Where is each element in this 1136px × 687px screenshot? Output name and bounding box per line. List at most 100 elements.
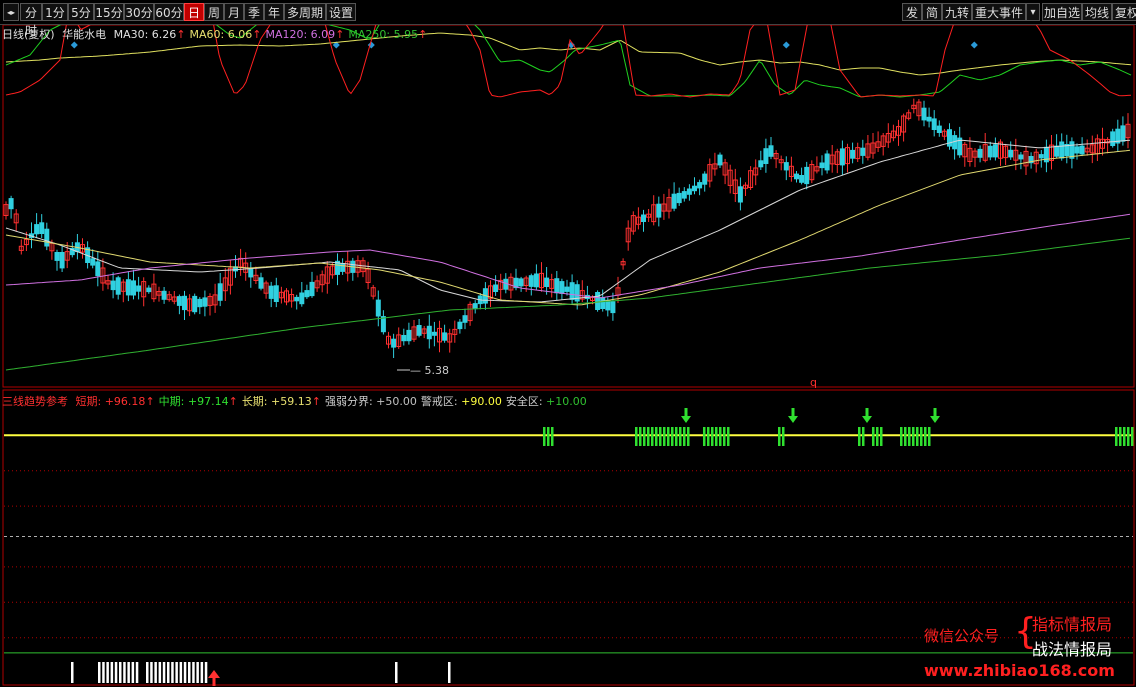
sell-arrow-icon (788, 416, 798, 423)
candle-body (676, 192, 682, 204)
arrow-up-icon: ↑ (418, 28, 428, 41)
tab-multi-period[interactable]: 多周期 (284, 3, 326, 21)
add-watchlist-button[interactable]: 加自选 (1042, 3, 1082, 21)
tab-week[interactable]: 周 (204, 3, 224, 21)
tab-year[interactable]: 年 (264, 3, 284, 21)
tab-15min[interactable]: 15分 (94, 3, 124, 21)
signal-bar-green (703, 427, 706, 446)
candle-body (146, 287, 152, 293)
signal-bar-green (1131, 427, 1134, 446)
signal-bar-green (667, 427, 670, 446)
candle-body (610, 301, 616, 314)
chart-canvas[interactable]: — 5.38 q (0, 0, 1136, 687)
signal-bar-green (1115, 427, 1118, 446)
candle-body (442, 332, 448, 341)
candle-body (125, 279, 131, 296)
candle-body (1074, 146, 1080, 154)
back-arrow-icon[interactable]: ◂▸ (3, 3, 19, 21)
candle-body (921, 107, 927, 121)
candle-body (692, 185, 697, 192)
indicator-item-label: 安全区: (505, 395, 543, 408)
candle-body (131, 280, 136, 296)
candle-body (217, 283, 223, 301)
candle-body (493, 284, 499, 292)
signal-bar-white (114, 662, 118, 683)
sell-arrow-icon (930, 416, 940, 423)
tab-5min[interactable]: 5分 (68, 3, 94, 21)
signal-bar-white (123, 662, 126, 683)
fa-button[interactable]: 发 (902, 3, 922, 21)
candle-body (176, 296, 182, 306)
candle-body (258, 277, 264, 289)
ma-label-3: MA250: 5.95↑ (348, 28, 428, 41)
signal-bar-green (683, 427, 686, 446)
jiuzhuan-button[interactable]: 九转 (942, 3, 972, 21)
ma-button[interactable]: 均线 (1082, 3, 1112, 21)
candle-body (1054, 145, 1060, 157)
settings-button[interactable]: 设置 (326, 3, 356, 21)
candle-body (59, 252, 65, 269)
signal-bar-green (904, 427, 907, 446)
signal-bar-green (543, 427, 546, 446)
signal-bar-green (858, 427, 861, 446)
candle-body (860, 147, 866, 156)
period-label: 日线(复权) (2, 28, 55, 41)
ma-label-1: MA60: 6.06↑ (189, 28, 262, 41)
tab-day[interactable]: 日 (184, 3, 204, 21)
arrow-up-icon: ↑ (252, 28, 262, 41)
candle-body (595, 292, 601, 310)
candle-body (544, 277, 550, 288)
tab-fenshi[interactable]: 分时 (20, 3, 42, 38)
candle-body (804, 166, 810, 185)
tab-30min[interactable]: 30分 (124, 3, 154, 21)
candle-body (1079, 145, 1085, 155)
signal-bar-white (200, 662, 204, 683)
dropdown-toggle[interactable]: ▾ (1026, 3, 1040, 21)
signal-bar-green (782, 427, 785, 446)
tab-1min[interactable]: 1分 (42, 3, 68, 21)
candle-body (702, 173, 708, 185)
candle-body (54, 252, 60, 261)
signal-bar-green (1119, 427, 1122, 446)
tab-60min[interactable]: 60分 (154, 3, 184, 21)
indicator-item-5: 安全区: +10.00 (506, 395, 587, 408)
signal-bar-white (175, 662, 178, 683)
period-toolbar: ◂▸ 分时 1分 5分 15分 30分 60分日周月季年多周期 设置 发简九转 重大事件 ▾ 加自选均… (0, 0, 1136, 38)
tab-month[interactable]: 月 (224, 3, 244, 21)
candle-body (936, 125, 942, 133)
candle-body (850, 149, 856, 159)
candle-body (992, 144, 998, 158)
candle-body (824, 153, 830, 171)
signal-bar-green (908, 427, 911, 446)
signal-bar-white (146, 662, 149, 683)
signal-bar-white (131, 662, 135, 683)
candle-body (737, 186, 743, 203)
adjust-button[interactable]: 复权 (1112, 3, 1136, 21)
arrow-up-icon: ↑ (145, 395, 155, 408)
candle-body (406, 329, 412, 342)
candle-body (1059, 141, 1065, 159)
candle-body (518, 278, 524, 287)
candle-body (686, 188, 692, 195)
tab-quarter[interactable]: 季 (244, 3, 264, 21)
indicator-item-label: 中期: (158, 395, 185, 408)
signal-bar-green (547, 427, 550, 446)
indicator-item-label: 短期: (75, 395, 102, 408)
arrow-up-icon: ↑ (335, 28, 345, 41)
candle-body (457, 321, 463, 330)
signal-bar-white (204, 662, 208, 683)
jian-button[interactable]: 简 (922, 3, 942, 21)
major-events-button[interactable]: 重大事件 (972, 3, 1026, 21)
candle-body (340, 263, 346, 272)
indicator-item-1: 中期: +97.14↑ (159, 395, 238, 408)
signal-bar-green (924, 427, 927, 446)
candle-body (600, 297, 606, 310)
signal-bar-green (876, 427, 879, 446)
signal-bar-green (723, 427, 726, 446)
candle-body (273, 285, 279, 302)
candle-body (931, 118, 937, 131)
q-marker: q (810, 376, 817, 389)
ma-label-0: MA30: 6.26↑ (113, 28, 186, 41)
signal-bar-green (1123, 427, 1126, 446)
event-marker-icon (970, 41, 978, 49)
